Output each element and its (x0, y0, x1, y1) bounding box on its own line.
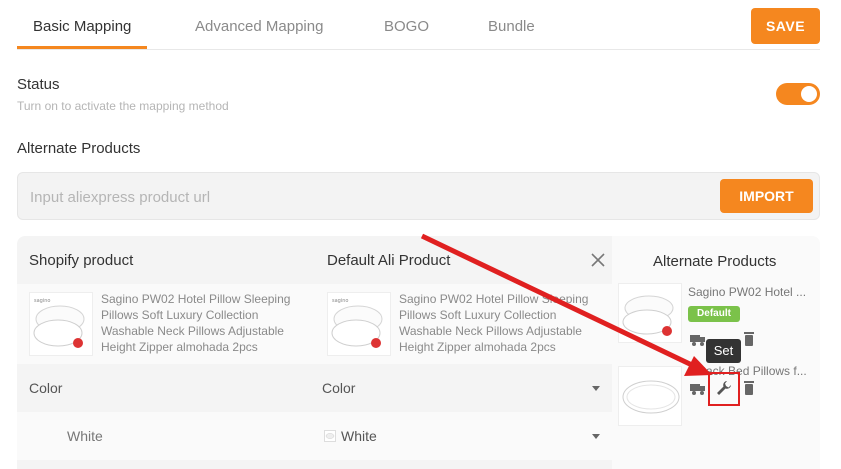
shopify-product-image: sagino (29, 292, 93, 356)
import-button[interactable]: IMPORT (720, 179, 813, 213)
status-hint: Turn on to activate the mapping method (17, 99, 229, 113)
pillow-image-icon: sagino (33, 298, 85, 348)
option-select[interactable]: Color (322, 380, 355, 396)
trash-icon[interactable] (741, 331, 757, 347)
pillow-image-icon (622, 295, 674, 336)
variant-swatch-icon (324, 430, 336, 442)
ali-product-image: sagino (327, 292, 391, 356)
chevron-down-icon[interactable] (592, 434, 600, 439)
pillow-image-icon (622, 380, 680, 414)
option-row: Color Color (17, 364, 612, 412)
tab-bundle[interactable]: Bundle (488, 18, 535, 35)
highlight-box (708, 372, 740, 406)
pillow-image-icon: sagino (331, 298, 383, 348)
mapping-panel: Shopify product Default Ali Product sagi… (17, 236, 820, 469)
default-badge: Default (688, 306, 740, 322)
tab-bogo[interactable]: BOGO (384, 18, 429, 35)
tab-basic-mapping[interactable]: Basic Mapping (33, 18, 131, 35)
svg-text:sagino: sagino (34, 298, 50, 304)
option-name-left: Color (29, 380, 63, 396)
status-label: Status (17, 76, 60, 93)
ali-product-name: Sagino PW02 Hotel Pillow Sleeping Pillow… (399, 292, 589, 354)
mapping-tabs: Basic Mapping Advanced Mapping BOGO Bund… (17, 0, 820, 50)
tab-advanced-mapping[interactable]: Advanced Mapping (195, 18, 323, 35)
chevron-down-icon[interactable] (592, 386, 600, 391)
svg-text:sagino: sagino (332, 298, 348, 304)
variant-select[interactable]: White (341, 428, 377, 444)
variant-row: White White (17, 412, 612, 460)
alternate-product-image (618, 366, 682, 426)
close-icon[interactable] (590, 252, 606, 268)
product-url-box: IMPORT (17, 172, 820, 220)
alternate-products-title: Alternate Products (17, 140, 141, 157)
active-tab-indicator (17, 46, 147, 49)
variant-value-left: White (67, 428, 103, 444)
save-button[interactable]: SAVE (751, 8, 820, 44)
shopify-product-header: Shopify product (29, 252, 134, 269)
shipping-truck-icon[interactable] (690, 380, 706, 396)
alternate-products-header: Alternate Products (653, 253, 777, 270)
default-ali-product-header: Default Ali Product (327, 252, 451, 269)
toggle-knob (801, 86, 817, 102)
alternate-product-name: Sagino PW02 Hotel ... (688, 285, 807, 299)
alternate-product-name: 2 Pack Bed Pillows f... (688, 364, 807, 378)
alternate-product-image (618, 283, 682, 343)
status-toggle[interactable] (776, 83, 820, 105)
trash-icon[interactable] (741, 380, 757, 396)
shipping-truck-icon[interactable] (690, 331, 706, 347)
set-tooltip: Set (706, 339, 741, 363)
product-url-input[interactable] (30, 186, 710, 208)
product-row: sagino Sagino PW02 Hotel Pillow Sleeping… (17, 284, 612, 364)
shopify-product-name: Sagino PW02 Hotel Pillow Sleeping Pillow… (101, 292, 291, 354)
